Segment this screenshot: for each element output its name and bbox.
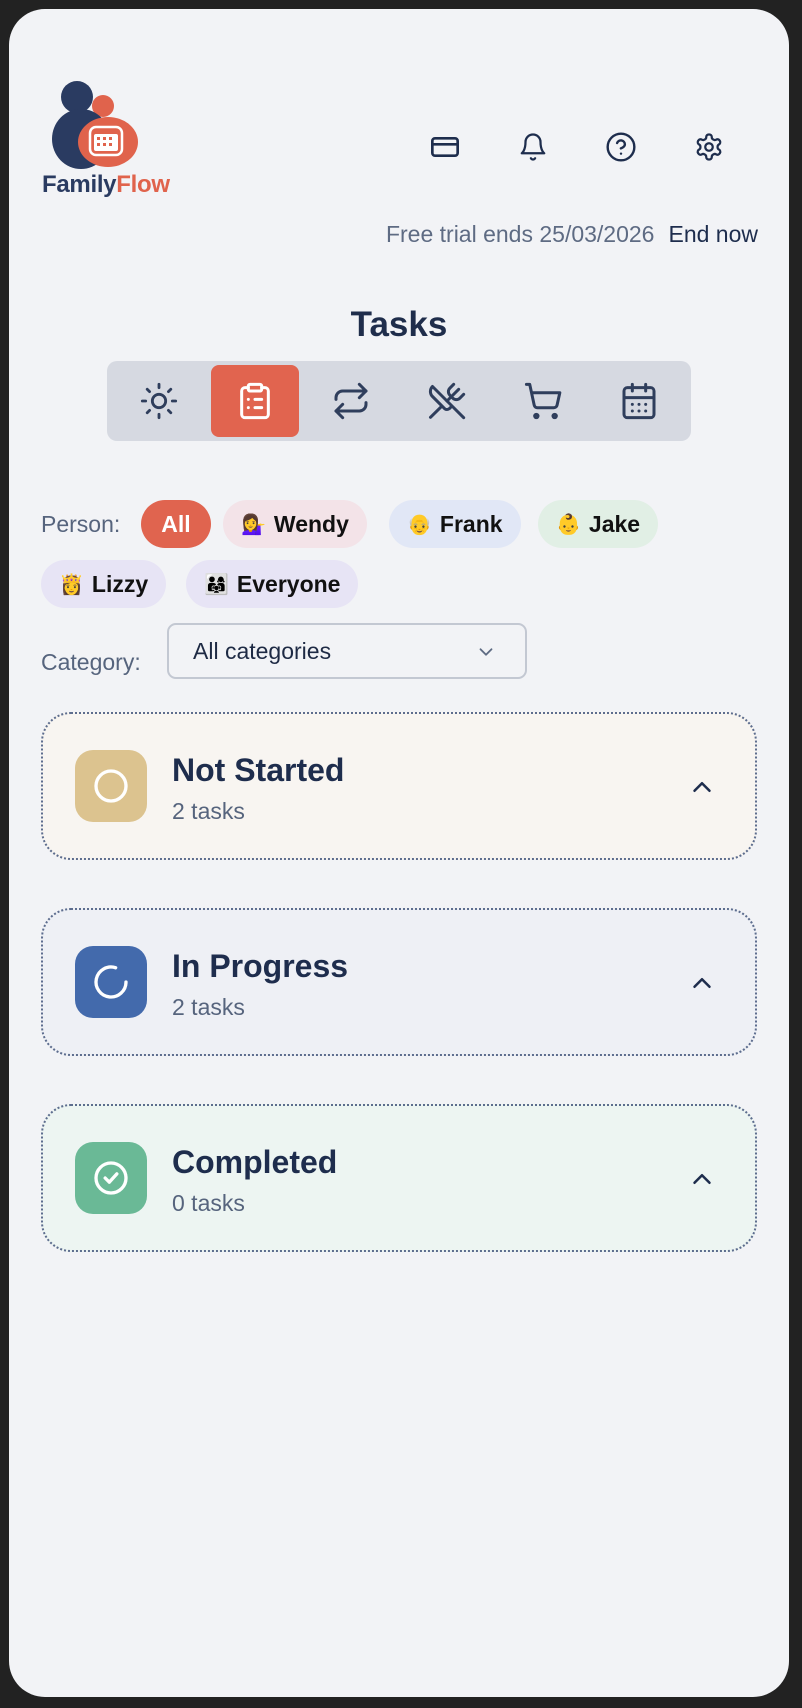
chevron-up-icon[interactable] (687, 772, 717, 802)
logo-wordmark: FamilyFlow (42, 171, 170, 199)
calendar-icon (622, 382, 656, 420)
person-chip-jake[interactable]: 👶 Jake (538, 500, 659, 548)
shopping-cart-icon (524, 382, 562, 420)
chip-label: Frank (439, 510, 503, 537)
group-completed[interactable]: Completed 0 tasks (41, 1104, 757, 1252)
app-screen: FamilyFlow Free trial ends 25/03/2026 End… (9, 9, 789, 1697)
settings-gear-icon (696, 133, 722, 161)
person-avatar-emoji: 👶 (556, 513, 581, 536)
person-chip-everyone[interactable]: 👨‍👩‍👧 Everyone (186, 560, 359, 608)
person-avatar-emoji: 👴 (407, 513, 432, 536)
group-task-count: 2 tasks (172, 798, 245, 824)
chip-label: All (161, 510, 191, 537)
chip-label: Everyone (236, 570, 341, 597)
person-chip-frank[interactable]: 👴 Frank (389, 500, 521, 548)
group-task-count: 2 tasks (172, 994, 245, 1020)
group-in-progress[interactable]: In Progress 2 tasks (41, 908, 757, 1056)
group-icon-badge (75, 946, 147, 1018)
chevron-up-icon[interactable] (687, 968, 717, 998)
chevron-down-icon (479, 648, 493, 656)
check-circle-icon (94, 1161, 128, 1195)
person-chip-all[interactable]: All (141, 500, 211, 548)
view-tab-bar (107, 361, 691, 441)
bell-icon (520, 133, 546, 161)
clipboard-icon (240, 382, 270, 420)
group-title: Completed (172, 1144, 338, 1180)
category-select[interactable]: All categories (167, 623, 527, 679)
credit-card-icon (431, 137, 459, 157)
help-circle-icon (606, 132, 636, 162)
sun-icon (140, 382, 178, 420)
trial-text: Free trial ends 25/03/2026 (385, 221, 655, 247)
person-chip-wendy[interactable]: 💁‍♀️ Wendy (223, 500, 367, 548)
help-button[interactable] (599, 125, 643, 169)
notifications-button[interactable] (511, 125, 555, 169)
tab-routines[interactable] (307, 365, 395, 437)
chip-label: Wendy (273, 510, 349, 537)
tab-tasks[interactable] (211, 365, 299, 437)
tab-today[interactable] (115, 365, 203, 437)
group-title: In Progress (172, 948, 349, 984)
category-select-value: All categories (193, 637, 332, 664)
end-trial-link[interactable]: End now (668, 221, 758, 247)
settings-button[interactable] (687, 125, 731, 169)
repeat-icon (334, 382, 368, 420)
loader-icon (94, 965, 128, 999)
utensils-crossed-icon (428, 382, 466, 420)
logo-word-family: Family (42, 171, 117, 198)
person-chip-lizzy[interactable]: 👸 Lizzy (41, 560, 167, 608)
person-filter-label: Person: (41, 511, 121, 537)
tab-shopping[interactable] (499, 365, 587, 437)
circle-icon (94, 769, 128, 803)
billing-button[interactable] (423, 125, 467, 169)
header-actions (9, 125, 789, 169)
person-avatar-emoji: 👨‍👩‍👧 (204, 573, 229, 596)
logo-word-flow: Flow (116, 171, 170, 198)
tab-meals[interactable] (403, 365, 491, 437)
group-icon-badge (75, 750, 147, 822)
group-task-count: 0 tasks (172, 1190, 245, 1216)
chip-label: Jake (588, 510, 641, 537)
group-icon-badge (75, 1142, 147, 1214)
chip-label: Lizzy (91, 570, 149, 597)
page-title: Tasks (350, 305, 448, 344)
group-title: Not Started (172, 752, 345, 788)
category-filter-label: Category: (41, 649, 141, 675)
person-avatar-emoji: 💁‍♀️ (241, 513, 266, 536)
trial-notice: Free trial ends 25/03/2026 End now (386, 221, 758, 248)
group-not-started[interactable]: Not Started 2 tasks (41, 712, 757, 860)
chevron-up-icon[interactable] (687, 1164, 717, 1194)
person-avatar-emoji: 👸 (59, 573, 84, 596)
tab-calendar[interactable] (595, 365, 683, 437)
